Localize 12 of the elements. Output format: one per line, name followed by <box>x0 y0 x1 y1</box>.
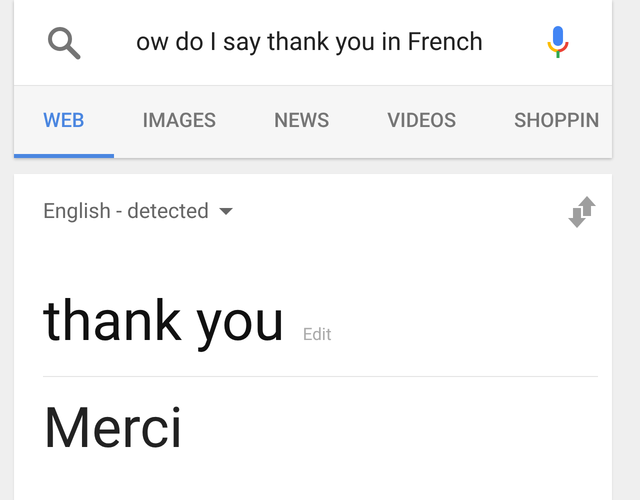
search-field[interactable]: ow do I say thank you in French <box>136 28 526 57</box>
tab[interactable]: NEWS <box>245 86 358 158</box>
source-text: thank you <box>43 288 285 354</box>
tab[interactable]: IMAGES <box>114 86 246 158</box>
tab[interactable]: SHOPPIN <box>485 86 612 158</box>
language-dropdown[interactable]: English - detected <box>43 200 233 224</box>
tab[interactable]: VIDEOS <box>358 86 486 158</box>
translation-text: Merci <box>43 395 184 461</box>
swap-icon[interactable] <box>568 194 598 230</box>
caret-icon <box>219 208 233 216</box>
edit-link[interactable]: Edit <box>302 325 332 345</box>
tab[interactable]: WEB <box>14 86 114 158</box>
